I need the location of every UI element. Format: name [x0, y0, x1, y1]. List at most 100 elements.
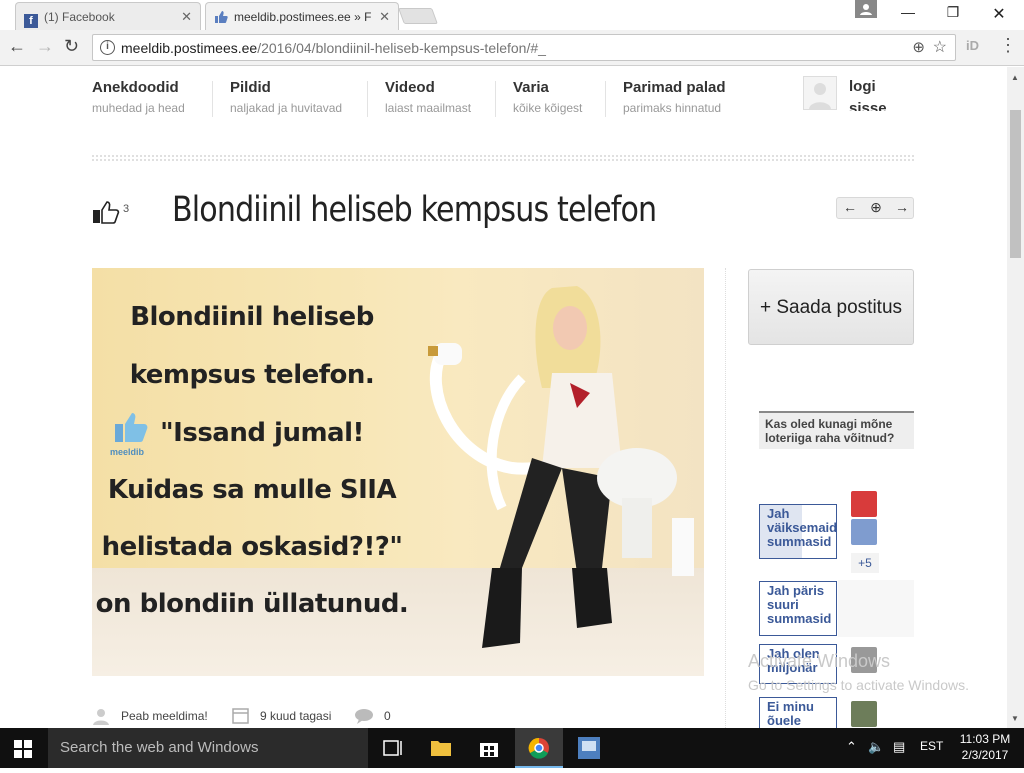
- nav-item-title: Videod: [385, 79, 435, 96]
- tab-title: meeldib.postimees.ee » F: [234, 10, 372, 24]
- forward-icon[interactable]: →: [36, 36, 54, 57]
- tab-facebook[interactable]: f (1) Facebook ✕: [15, 2, 201, 30]
- chrome-icon[interactable]: [515, 728, 563, 768]
- restore-icon[interactable]: ❐: [938, 4, 968, 21]
- activate-windows-watermark: Activate Windows Go to Settings to activ…: [748, 651, 969, 693]
- like-count: 3: [123, 203, 130, 215]
- post-author[interactable]: Peab meeldima!: [121, 709, 208, 723]
- nav-item-anekdoodid[interactable]: Anekdoodid muhedad ja head: [92, 79, 185, 115]
- previous-arrow-icon[interactable]: ←: [837, 199, 863, 215]
- task-view-icon[interactable]: [369, 728, 417, 768]
- nav-divider: [212, 81, 213, 117]
- info-icon[interactable]: i: [100, 40, 115, 55]
- scroll-down-icon[interactable]: ▼: [1011, 714, 1019, 723]
- web-page: Anekdoodid muhedad ja head Pildid naljak…: [0, 67, 1007, 728]
- nav-item-subtitle: laiast maailmast: [385, 101, 472, 115]
- comment-icon[interactable]: [354, 708, 374, 728]
- image-text-line: Blondiinil heliseb: [130, 302, 374, 332]
- nav-item-subtitle: kõike kõigest: [513, 101, 583, 115]
- nav-item-videod[interactable]: Videod laiast maailmast: [385, 79, 471, 115]
- nav-item-parimad-palad[interactable]: Parimad palad parimaks hinnatud: [623, 79, 726, 115]
- image-text-line: kempsus telefon.: [129, 360, 375, 390]
- watermark-line: Activate Windows: [748, 651, 891, 671]
- nav-divider: [495, 81, 496, 117]
- extension-id-icon[interactable]: iD: [966, 38, 979, 53]
- language-indicator[interactable]: EST: [920, 739, 943, 753]
- like-icon[interactable]: [92, 200, 120, 229]
- taskbar-clock[interactable]: 11:03 PM 2/3/2017: [950, 731, 1020, 763]
- bookmark-star-icon[interactable]: ☆: [933, 37, 947, 57]
- new-tab-button[interactable]: [398, 8, 438, 24]
- close-tab-icon[interactable]: ✕: [181, 9, 192, 25]
- avatar[interactable]: [803, 76, 837, 110]
- close-window-icon[interactable]: ✕: [984, 4, 1014, 24]
- address-bar[interactable]: i meeldib.postimees.ee/2016/04/blondiini…: [92, 34, 956, 61]
- tab-meeldib[interactable]: meeldib.postimees.ee » F ✕: [205, 2, 399, 30]
- meeldib-logo: meeldib: [110, 412, 154, 458]
- image-text-line: Kuidas sa mulle SIIA: [107, 475, 397, 505]
- voter-avatar[interactable]: [851, 491, 877, 517]
- nav-item-title: Anekdoodid: [92, 79, 179, 96]
- nav-item-varia[interactable]: Varia kõike kõigest: [513, 79, 582, 115]
- close-tab-icon[interactable]: ✕: [379, 9, 390, 25]
- poll-question: Kas oled kunagi mõne loteriiga raha võit…: [759, 411, 914, 449]
- nav-item-title: Pildid: [230, 79, 271, 96]
- login-line: logi: [849, 78, 876, 95]
- calendar-icon: [232, 707, 249, 728]
- notifications-icon[interactable]: ▤: [893, 739, 905, 755]
- back-icon[interactable]: ←: [8, 36, 26, 57]
- nav-item-subtitle: naljakad ja huvitavad: [230, 101, 343, 115]
- post-image[interactable]: Blondiinil heliseb kempsus telefon. "Iss…: [92, 268, 704, 676]
- poll-option-label: Jah väiksemaid summasid: [767, 506, 837, 549]
- author-icon: [92, 707, 110, 728]
- post-navigation: ← ⊕ →: [836, 197, 914, 219]
- app-icon[interactable]: [565, 728, 613, 768]
- more-voters-count[interactable]: +5: [851, 553, 879, 573]
- dotted-divider: [92, 155, 914, 161]
- zoom-icon[interactable]: ⊕: [912, 38, 925, 56]
- poll-option-1[interactable]: Jah väiksemaid summasid: [759, 504, 837, 559]
- minimize-icon[interactable]: —: [893, 4, 923, 20]
- image-text-line: on blondiin üllatunud.: [95, 589, 409, 619]
- user-profile-icon[interactable]: [855, 0, 877, 18]
- show-hidden-icons-icon[interactable]: ⌃: [846, 739, 857, 755]
- clock-time: 11:03 PM: [959, 732, 1011, 746]
- post-time: 9 kuud tagasi: [260, 709, 332, 723]
- nav-divider: [367, 81, 368, 117]
- poll-option-2[interactable]: Jah päris suuri summasid: [759, 581, 837, 636]
- file-explorer-icon[interactable]: [417, 728, 465, 768]
- volume-icon[interactable]: 🔈: [868, 739, 884, 755]
- thumbs-up-icon: [214, 10, 228, 24]
- nav-item-title: Parimad palad: [623, 79, 726, 96]
- voter-avatar[interactable]: [851, 519, 877, 545]
- scroll-up-icon[interactable]: ▲: [1011, 73, 1019, 82]
- logo-text: meeldib: [110, 447, 145, 457]
- send-post-button[interactable]: + Saada postitus: [748, 269, 914, 345]
- url-text: meeldib.postimees.ee/2016/04/blondiinil-…: [121, 40, 546, 56]
- nav-item-pildid[interactable]: Pildid naljakad ja huvitavad: [230, 79, 342, 115]
- column-divider: [725, 268, 726, 728]
- login-link[interactable]: logi sisse: [849, 76, 899, 111]
- tab-strip: f (1) Facebook ✕ meeldib.postimees.ee » F…: [0, 0, 1024, 30]
- login-line: sisse: [849, 100, 887, 111]
- reload-icon[interactable]: ↻: [64, 36, 79, 57]
- zoom-in-icon[interactable]: ⊕: [863, 199, 889, 216]
- browser-toolbar: ← → ↻ i meeldib.postimees.ee/2016/04/blo…: [0, 30, 1024, 66]
- voter-avatar[interactable]: [851, 701, 877, 727]
- nav-item-subtitle: muhedad ja head: [92, 101, 185, 115]
- watermark-line: Go to Settings to activate Windows.: [748, 677, 969, 693]
- nav-item-title: Varia: [513, 79, 549, 96]
- taskbar-search-input[interactable]: Search the web and Windows: [48, 728, 368, 768]
- voter-area: [838, 580, 914, 637]
- windows-start-icon[interactable]: [14, 740, 32, 763]
- menu-icon[interactable]: ⋮: [999, 35, 1017, 56]
- poll-option-label: Jah päris suuri summasid: [767, 583, 832, 626]
- page-scrollbar[interactable]: ▲ ▼: [1007, 67, 1024, 728]
- store-icon[interactable]: [465, 728, 513, 768]
- next-arrow-icon[interactable]: →: [889, 199, 915, 215]
- page-title: Blondiinil heliseb kempsus telefon: [172, 190, 657, 230]
- poll-option-4[interactable]: Ei minu õuele: [759, 697, 837, 728]
- girl-illustration: [428, 286, 694, 648]
- windows-taskbar: Search the web and Windows ⌃ 🔈 ▤ EST 11:…: [0, 728, 1024, 768]
- scroll-thumb[interactable]: [1010, 110, 1021, 258]
